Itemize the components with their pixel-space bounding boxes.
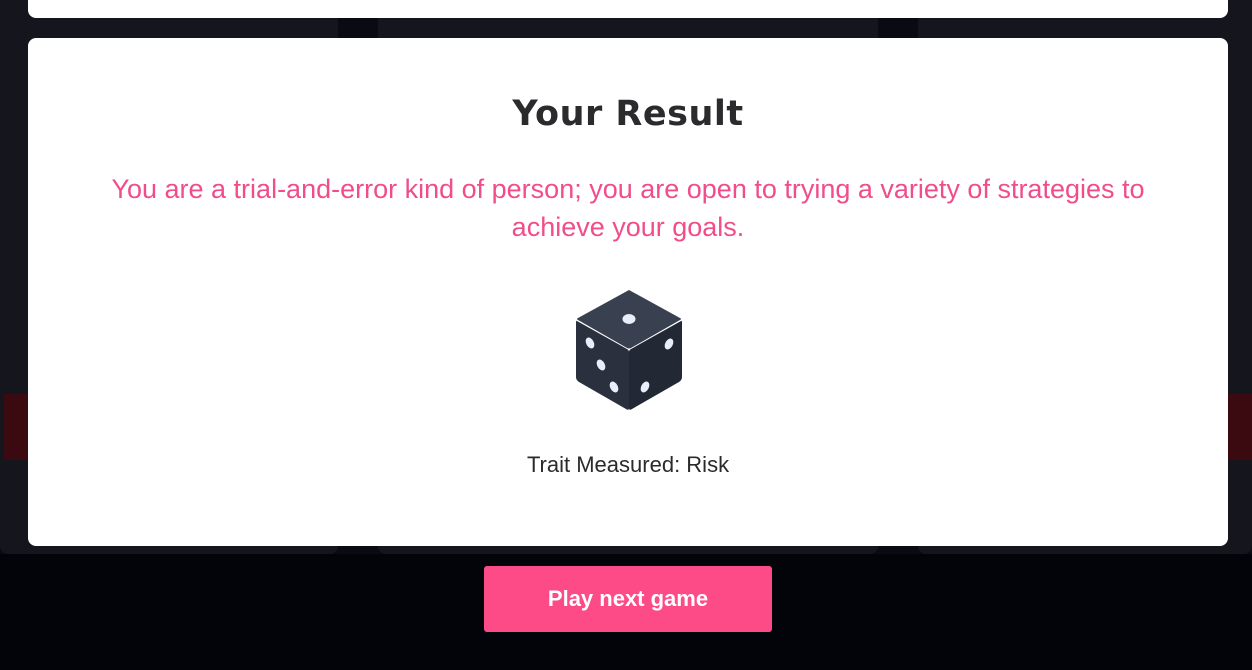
- result-card: Your Result You are a trial-and-error ki…: [28, 38, 1228, 546]
- background-accent-left: [4, 394, 28, 460]
- previous-card: [28, 0, 1228, 18]
- result-description: You are a trial-and-error kind of person…: [111, 174, 1145, 242]
- play-next-game-button[interactable]: Play next game: [484, 566, 772, 632]
- trait-measured-label: Trait Measured: Risk: [526, 452, 730, 477]
- result-title: Your Result: [512, 94, 744, 134]
- background-accent-right: [1228, 394, 1252, 460]
- dice-icon: [574, 288, 684, 412]
